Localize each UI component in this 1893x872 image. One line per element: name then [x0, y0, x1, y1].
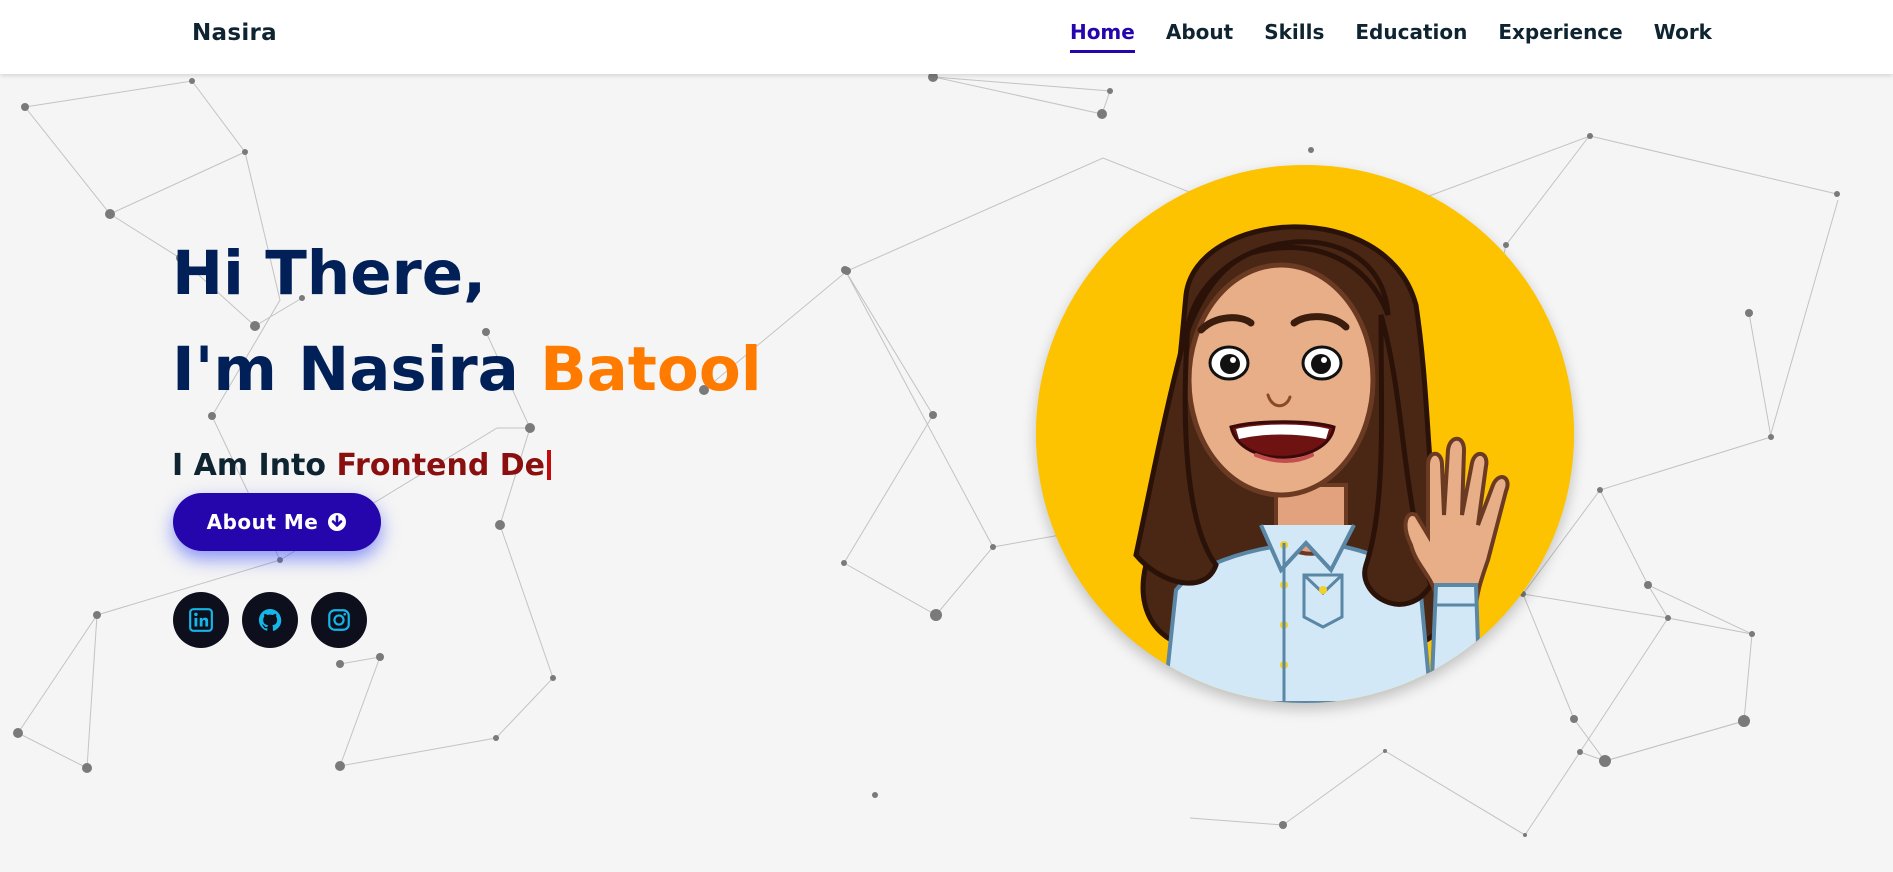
nav-link-skills[interactable]: Skills	[1264, 20, 1324, 53]
navbar: Nasira Home About Skills Education Exper…	[0, 0, 1893, 74]
hero-name-prefix: I'm Nasira	[172, 334, 541, 405]
avatar	[1036, 165, 1574, 703]
arrow-circle-down-icon	[328, 513, 347, 531]
nav-link-experience[interactable]: Experience	[1498, 20, 1622, 53]
nav-link-about[interactable]: About	[1166, 20, 1233, 53]
nav-menu: Home About Skills Education Experience W…	[1069, 20, 1712, 53]
hero-name-accent: Batool	[540, 334, 762, 405]
hero-name: I'm Nasira Batool	[172, 322, 762, 418]
typed-prefix: I Am Into	[172, 448, 337, 483]
instagram-icon	[328, 609, 350, 631]
about-me-button[interactable]: About Me	[173, 493, 381, 551]
github-icon	[258, 608, 282, 631]
typed-text: Frontend De	[336, 448, 546, 483]
waving-girl-avatar	[1036, 165, 1574, 703]
brand-logo[interactable]: Nasira	[192, 20, 277, 46]
linkedin-icon	[189, 608, 213, 632]
social-links	[173, 592, 367, 648]
hero-intro: Hi There, I'm Nasira Batool I Am Into Fr…	[172, 226, 762, 483]
typed-role: I Am Into Frontend De	[172, 448, 762, 483]
avatar-circle	[1036, 165, 1574, 703]
nav-link-work[interactable]: Work	[1654, 20, 1712, 53]
linkedin-button[interactable]	[173, 592, 229, 648]
nav-link-education[interactable]: Education	[1355, 20, 1467, 53]
github-button[interactable]	[242, 592, 298, 648]
nav-link-home[interactable]: Home	[1069, 20, 1135, 53]
typing-cursor	[547, 450, 552, 480]
instagram-button[interactable]	[311, 592, 367, 648]
hero-greeting: Hi There,	[172, 238, 487, 309]
about-me-button-label: About Me	[206, 510, 319, 534]
